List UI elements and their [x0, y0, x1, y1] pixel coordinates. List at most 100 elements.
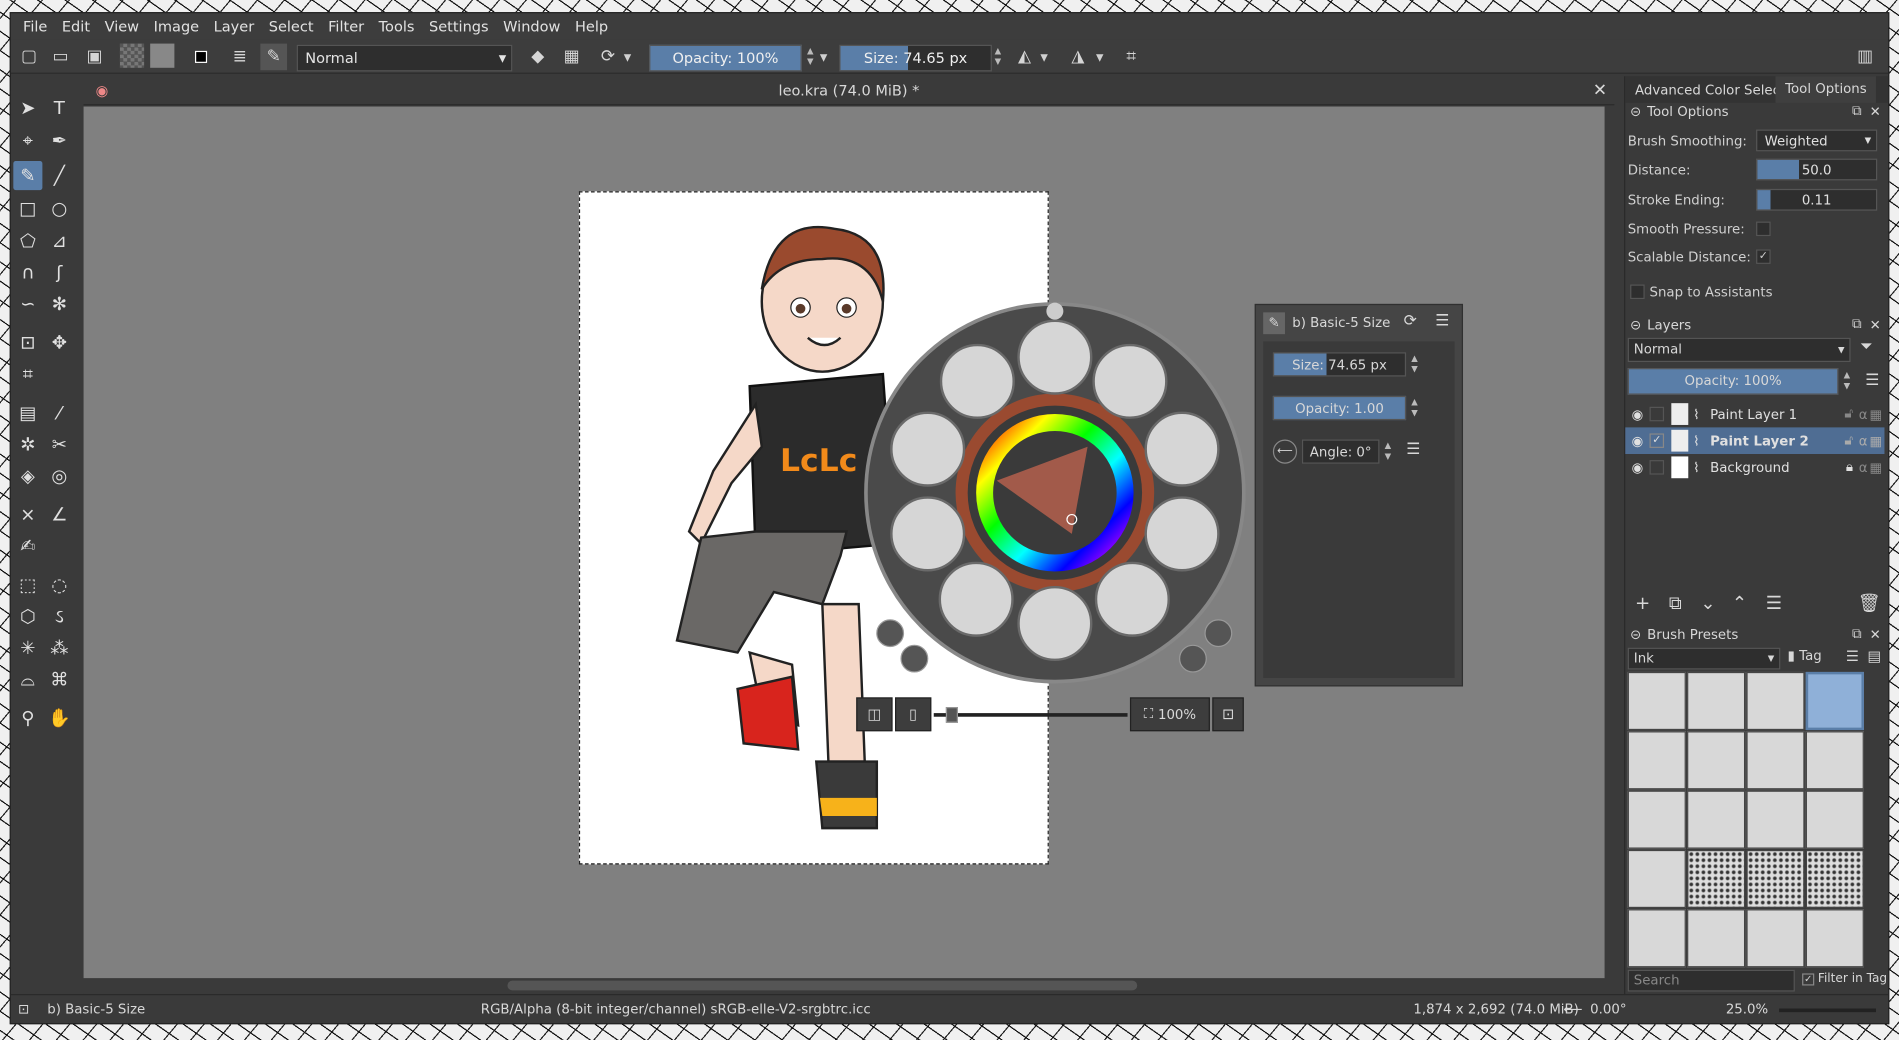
bezier-tool-icon[interactable]: ∩	[13, 258, 42, 287]
contiguous-select-icon[interactable]: ✳	[13, 633, 42, 662]
menu-window[interactable]: Window	[496, 18, 568, 35]
preset-basic-5-size[interactable]	[1805, 671, 1864, 731]
mirror-view-icon[interactable]: ◫	[856, 697, 893, 732]
close-icon[interactable]: ✕	[1870, 104, 1881, 120]
preset-halftone-1[interactable]	[1687, 849, 1746, 909]
tab-advanced-color-selector[interactable]: Advanced Color Selector	[1635, 82, 1799, 98]
eye-icon[interactable]: ◉	[1625, 433, 1649, 449]
close-icon[interactable]: ✕	[1870, 627, 1881, 643]
preset-search-input[interactable]: Search	[1627, 969, 1795, 992]
status-zoom-slider[interactable]	[1779, 1008, 1876, 1013]
freehand-select-icon[interactable]: ઽ	[45, 602, 74, 631]
lock-layer-icon[interactable]: 🔓︎	[1844, 406, 1853, 423]
tag-filter-select[interactable]: Ink ▼	[1627, 647, 1781, 670]
angle-menu-icon[interactable]: ☰	[1406, 441, 1420, 459]
calligraphy-icon[interactable]: ✒	[45, 126, 74, 155]
move-down-icon[interactable]: ⌄	[1700, 592, 1715, 614]
zoom-indicator[interactable]: ⛶ 100%	[1129, 697, 1210, 732]
reload-icon[interactable]: ⟳	[1404, 312, 1417, 330]
lock-layer-icon[interactable]: 🔒︎	[1846, 459, 1853, 476]
menu-select[interactable]: Select	[261, 18, 320, 35]
menu-edit[interactable]: Edit	[55, 18, 98, 35]
move-up-icon[interactable]: ⌃	[1732, 592, 1747, 614]
lock-icon[interactable]: ⊝	[1630, 627, 1641, 643]
tab-tool-options[interactable]: Tool Options	[1775, 76, 1877, 103]
preset-soft-eraser[interactable]	[1687, 671, 1746, 731]
opacity-slider[interactable]: Opacity: 100%	[649, 44, 802, 72]
eye-icon[interactable]: ◉	[1625, 406, 1649, 422]
new-document-icon[interactable]: ▢	[16, 44, 43, 71]
menu-file[interactable]: File	[16, 18, 55, 35]
document-tab[interactable]: ◉ leo.kra (74.0 MiB) * ✕	[83, 76, 1615, 106]
size-spin[interactable]: ▲ ▼	[992, 46, 1004, 68]
zoom-tool-icon[interactable]: ⚲	[13, 703, 42, 732]
preset-ink-pen[interactable]	[1746, 671, 1805, 731]
chevron-down-icon[interactable]: ▼	[1040, 44, 1047, 71]
fg-bg-color-icon[interactable]	[188, 44, 215, 71]
transform-tool-icon[interactable]: ⊡	[13, 328, 42, 357]
close-icon[interactable]: ✕	[1593, 76, 1607, 105]
float-icon[interactable]: ⧉	[1852, 626, 1862, 643]
zoom-reset-icon[interactable]: ⊡	[1212, 697, 1244, 732]
popup-palette[interactable]	[861, 299, 1249, 686]
color-picker-icon[interactable]: ⁄	[45, 398, 74, 427]
dynamic-brush-icon[interactable]: ∽	[13, 289, 42, 318]
edit-brush-settings-icon[interactable]: ≣	[226, 44, 253, 71]
filter-icon[interactable]: ⏷	[1860, 338, 1873, 356]
crop-tool-icon[interactable]: ⌗	[13, 360, 42, 389]
eraser-icon[interactable]: ◆	[524, 44, 551, 71]
text-tool-icon[interactable]: T	[45, 93, 74, 122]
menu-layer[interactable]: Layer	[206, 18, 261, 35]
duplicate-layer-icon[interactable]: ⧉	[1669, 592, 1682, 614]
preset-ink-7[interactable]	[1746, 790, 1805, 849]
magnetic-select-icon[interactable]: ⌘	[45, 665, 74, 694]
preset-stamp[interactable]	[1805, 909, 1864, 968]
preset-ink-5[interactable]	[1627, 790, 1686, 849]
chevron-down-icon[interactable]: ▼	[624, 44, 631, 71]
inherit-alpha-icon[interactable]: ▦	[1869, 406, 1882, 422]
angle-field[interactable]: Angle: 0°	[1301, 439, 1380, 464]
ellipse-select-icon[interactable]: ◌	[45, 570, 74, 599]
fill-tool-icon[interactable]: ◈	[13, 461, 42, 490]
eye-icon[interactable]: ◉	[1625, 459, 1649, 475]
mirror-vertical-icon[interactable]: ◮	[1065, 44, 1092, 71]
preset-ink-1[interactable]	[1627, 731, 1686, 790]
assistant-tool-icon[interactable]: ⨯	[13, 500, 42, 529]
preset-texture-2[interactable]	[1687, 909, 1746, 968]
layer-opacity-spin[interactable]: ▲ ▼	[1841, 370, 1853, 392]
editor-size-spin[interactable]: ▲ ▼	[1409, 354, 1421, 376]
lock-layer-icon[interactable]: 🔓︎	[1844, 432, 1853, 449]
preset-ink-3[interactable]	[1746, 731, 1805, 790]
vertical-scrollbar[interactable]	[1604, 106, 1620, 979]
smart-patch-icon[interactable]: ✲	[13, 430, 42, 459]
layer-blend-select[interactable]: Normal ▼	[1627, 337, 1851, 362]
layer-menu-icon[interactable]: ☰	[1865, 372, 1879, 390]
distance-slider[interactable]: 50.0	[1756, 158, 1878, 181]
gradient-tool-icon[interactable]: ▤	[13, 398, 42, 427]
close-icon[interactable]: ✕	[1870, 317, 1881, 333]
freehand-path-icon[interactable]: ʃ	[45, 258, 74, 287]
layer-properties-icon[interactable]: ☰	[1766, 592, 1782, 614]
add-layer-icon[interactable]: +	[1635, 592, 1650, 614]
chevron-down-icon[interactable]: ▼	[1096, 44, 1103, 71]
preset-halftone-3[interactable]	[1805, 849, 1864, 909]
edit-shapes-icon[interactable]: ⌖	[13, 126, 42, 155]
smooth-pressure-checkbox[interactable]	[1756, 221, 1771, 237]
gradient-swatch[interactable]	[119, 43, 145, 68]
editor-size-slider[interactable]: Size: 74.65 px	[1272, 352, 1407, 377]
dock-toggle-icon[interactable]: ▥	[1852, 44, 1879, 71]
stroke-ending-slider[interactable]: 0.11	[1756, 188, 1878, 211]
preserve-alpha-icon[interactable]: ▦	[558, 44, 585, 71]
line-tool-icon[interactable]: ╱	[45, 161, 74, 190]
select-shapes-icon[interactable]: ➤	[13, 93, 42, 122]
colorize-mask-icon[interactable]: ✂	[45, 430, 74, 459]
layer-checkbox[interactable]: ✓	[1649, 433, 1665, 448]
menu-settings[interactable]: Settings	[422, 18, 496, 35]
float-icon[interactable]: ⧉	[1852, 316, 1862, 333]
layer-row[interactable]: ◉ ⌇ Background 🔒︎ α ▦	[1625, 454, 1884, 481]
lock-icon[interactable]: ⊝	[1630, 104, 1641, 120]
blend-mode-select[interactable]: Normal ▼	[296, 44, 513, 72]
preset-ink-4[interactable]	[1805, 731, 1864, 790]
layer-row[interactable]: ◉ ✓ ⌇ Paint Layer 2 🔓︎ α ▦	[1625, 427, 1885, 455]
brush-preset-icon[interactable]: ✎	[260, 43, 288, 71]
